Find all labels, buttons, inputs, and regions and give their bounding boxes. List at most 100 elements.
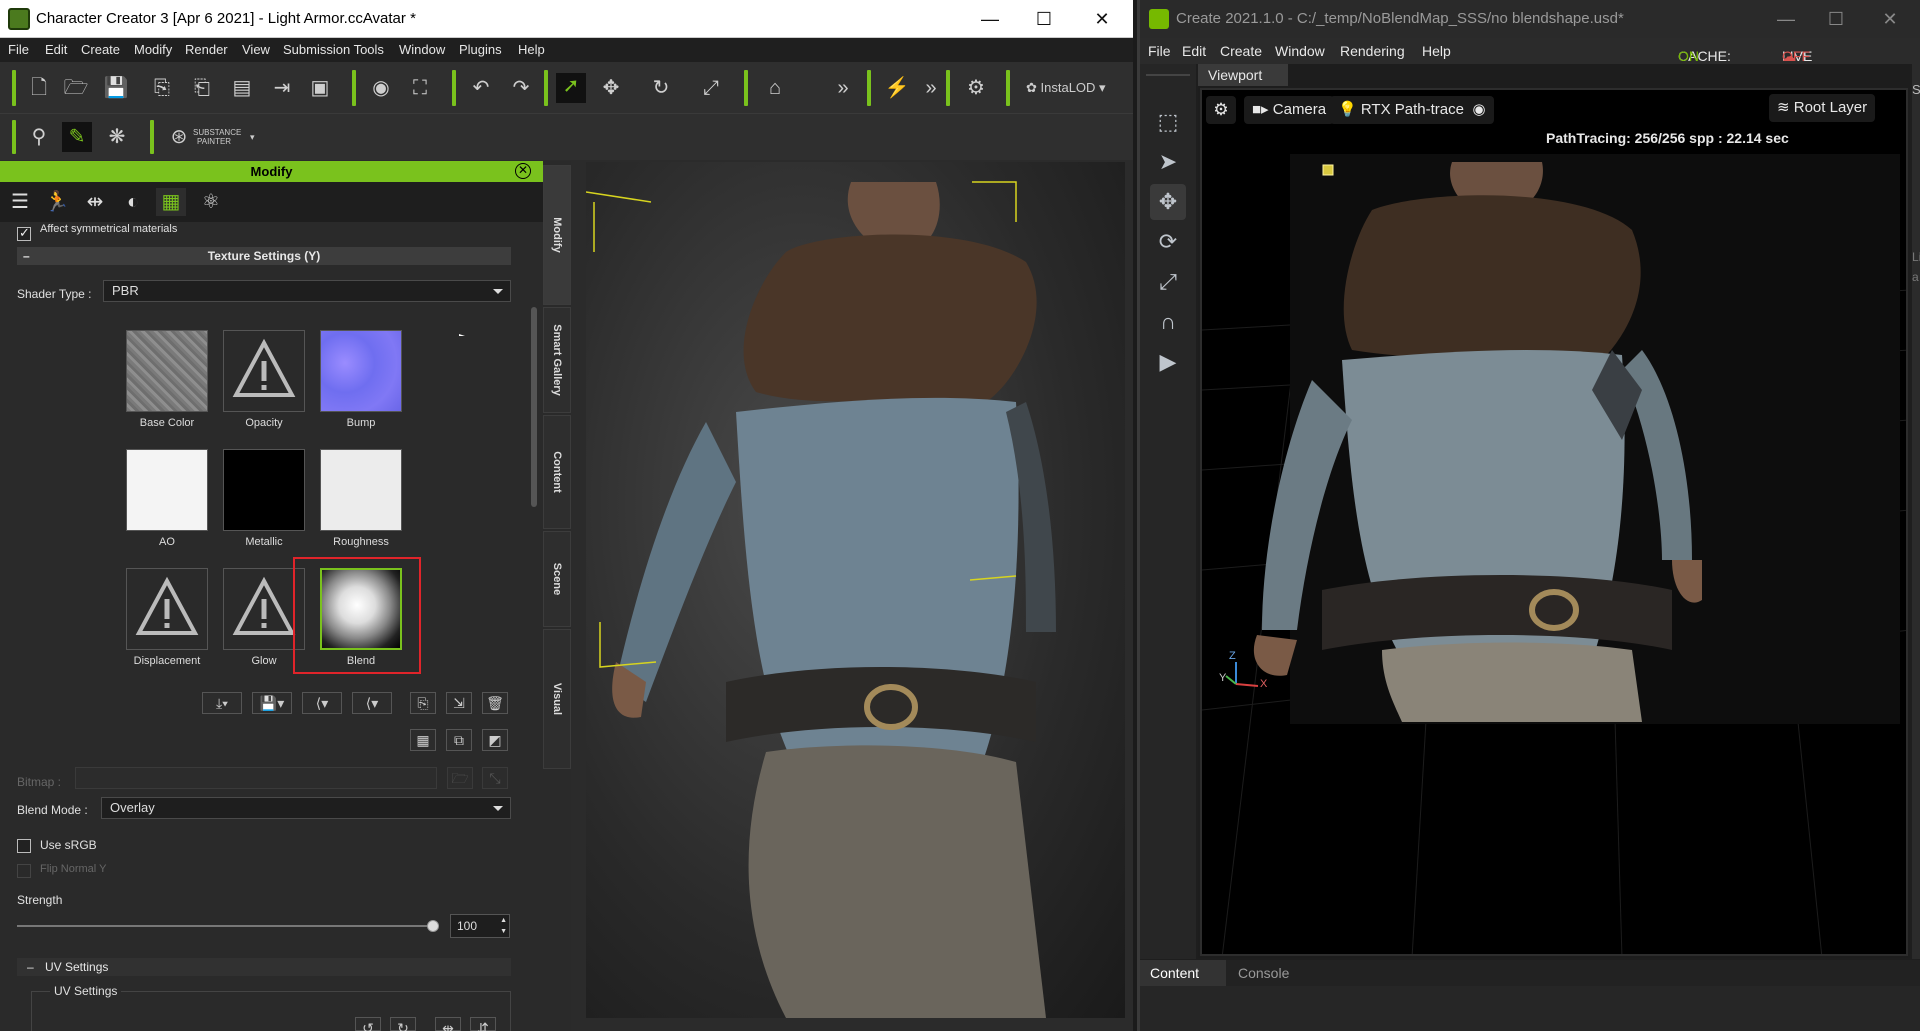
close-icon[interactable]: ✕ xyxy=(515,163,531,179)
ov-menu-help[interactable]: Help xyxy=(1422,43,1451,59)
ov-menu-file[interactable]: File xyxy=(1148,43,1171,59)
tab-morph-icon[interactable]: ⇹ xyxy=(80,188,110,216)
minimize-button[interactable]: — xyxy=(1766,6,1806,32)
physics-icon[interactable]: ⚡ xyxy=(884,75,910,101)
roughness-texture[interactable] xyxy=(320,449,402,531)
morph-icon[interactable]: ◉ xyxy=(368,75,394,101)
scale-tool-icon[interactable]: ⤢ xyxy=(698,75,724,101)
texture-settings-header[interactable]: – Texture Settings (Y) xyxy=(17,247,511,265)
affect-symmetrical-checkbox[interactable] xyxy=(17,225,31,241)
export-icon[interactable]: ⎗ xyxy=(189,75,215,101)
menu-view[interactable]: View xyxy=(242,42,270,57)
ao-texture[interactable] xyxy=(126,449,208,531)
select-tool-icon[interactable]: ➚ xyxy=(556,73,586,103)
panel-scrollbar[interactable] xyxy=(531,307,537,507)
undo-icon[interactable]: ↶ xyxy=(468,75,494,101)
save-icon[interactable]: 💾 xyxy=(103,75,129,101)
tab-appearance-icon[interactable]: ◐ xyxy=(118,188,148,216)
import-icon[interactable]: ⎘ xyxy=(149,75,175,101)
skin-editor-icon[interactable]: ❋ xyxy=(104,124,130,150)
vtab-scene[interactable]: Scene xyxy=(543,531,571,627)
menu-edit[interactable]: Edit xyxy=(45,42,67,57)
visibility-eye-icon[interactable]: ◉ xyxy=(1464,96,1494,124)
root-layer-button[interactable]: ≋ Root Layer xyxy=(1769,94,1876,122)
substance-painter-button[interactable]: SUBSTANCE PAINTER xyxy=(193,128,241,146)
bump-texture[interactable] xyxy=(320,330,402,412)
vtab-visual[interactable]: Visual xyxy=(543,629,571,769)
maximize-button[interactable]: ☐ xyxy=(1816,6,1856,32)
menu-plugins[interactable]: Plugins xyxy=(459,42,502,57)
copy-icon[interactable]: ⎘ xyxy=(410,692,436,714)
delete-icon[interactable]: 🗑 xyxy=(482,692,508,714)
menu-create[interactable]: Create xyxy=(81,42,120,57)
ov-viewport-canvas[interactable]: Z Y X ⚙ ■▸ Camera 💡 RTX Path-traced ◉ ≋ … xyxy=(1200,88,1908,956)
ov-menu-edit[interactable]: Edit xyxy=(1182,43,1206,59)
ov-menu-rendering[interactable]: Rendering xyxy=(1340,43,1405,59)
menu-modify[interactable]: Modify xyxy=(134,42,172,57)
vtab-modify[interactable]: Modify xyxy=(543,165,571,305)
substance-painter-icon[interactable]: ⊛ xyxy=(166,124,192,150)
tab-physics-icon[interactable]: ⚛ xyxy=(196,188,226,216)
send-icon[interactable]: ⇥ xyxy=(269,75,295,101)
tab-attributes-icon[interactable]: ☰ xyxy=(5,188,35,216)
paste-icon[interactable]: ⇲ xyxy=(446,692,472,714)
base-color-texture[interactable] xyxy=(126,330,208,412)
close-button[interactable]: ✕ xyxy=(1870,6,1910,32)
more-chevron-icon[interactable]: » xyxy=(830,75,856,101)
instalod-button[interactable]: ✿ InstaLOD ▾ xyxy=(1026,80,1106,96)
edit-material-icon[interactable]: ✎ xyxy=(62,122,92,152)
move-tool-icon[interactable]: ✥ xyxy=(1150,184,1186,220)
render-mode-button[interactable]: 💡 RTX Path-traced xyxy=(1330,96,1481,124)
share-icon[interactable]: ⟨▾ xyxy=(302,692,342,714)
uv-flip-v-icon[interactable]: ⇵ xyxy=(470,1017,496,1031)
pose-icon[interactable]: ⛶ xyxy=(407,75,433,101)
vtab-smart-gallery[interactable]: Smart Gallery xyxy=(543,307,571,413)
blend-texture[interactable] xyxy=(320,568,402,650)
minimize-button[interactable]: — xyxy=(970,6,1010,32)
new-file-icon[interactable]: 🗋 xyxy=(26,75,52,101)
vtab-content[interactable]: Content xyxy=(543,415,571,529)
redo-icon[interactable]: ↷ xyxy=(508,75,534,101)
scale-tool-icon[interactable]: ⤢ xyxy=(1150,264,1186,300)
rotate-tool-icon[interactable]: ↻ xyxy=(648,75,674,101)
uv-rotate-icon[interactable]: ↺ xyxy=(355,1017,381,1031)
settings-gear-icon[interactable]: ⚙ xyxy=(1206,96,1236,124)
metallic-texture[interactable] xyxy=(223,449,305,531)
menu-submission-tools[interactable]: Submission Tools xyxy=(283,42,384,57)
open-folder-icon[interactable]: 🗁 xyxy=(63,75,89,101)
share-alt-icon[interactable]: ⟨▾ xyxy=(352,692,392,714)
plugin-icon[interactable]: ⚙ xyxy=(963,75,989,101)
strength-slider-track[interactable] xyxy=(17,925,433,927)
uv-grid-icon[interactable]: ▦ xyxy=(410,729,436,751)
usd-export-icon[interactable]: ▤ xyxy=(229,75,255,101)
maximize-button[interactable]: ☐ xyxy=(1024,6,1064,32)
close-button[interactable]: ✕ xyxy=(1082,6,1122,32)
tab-content[interactable]: Content xyxy=(1140,960,1226,986)
chevron-down-icon[interactable]: ▾ xyxy=(250,132,255,143)
load-texture-icon[interactable]: ⤓▾ xyxy=(202,692,242,714)
tab-console[interactable]: Console xyxy=(1228,960,1328,986)
uv-settings-header[interactable]: – UV Settings xyxy=(17,958,511,976)
home-camera-icon[interactable]: ⌂ xyxy=(762,75,788,101)
menu-render[interactable]: Render xyxy=(185,42,228,57)
blend-mode-dropdown[interactable]: Overlay xyxy=(101,797,511,819)
ov-menu-window[interactable]: Window xyxy=(1275,43,1325,59)
tab-material-icon[interactable]: ▦ xyxy=(156,188,186,216)
uv-flip-h-icon[interactable]: ⇹ xyxy=(435,1017,461,1031)
render-icon[interactable]: ▣ xyxy=(307,75,333,101)
select-arrow-icon[interactable]: ➤ xyxy=(1150,144,1186,180)
play-icon[interactable]: ▶ xyxy=(1150,344,1186,380)
snap-magnet-icon[interactable]: ∩ xyxy=(1150,304,1186,340)
menu-window[interactable]: Window xyxy=(399,42,445,57)
tab-motion-icon[interactable]: 🏃 xyxy=(42,188,72,216)
use-srgb-checkbox[interactable] xyxy=(17,839,31,853)
collapse-toggle[interactable]: – xyxy=(27,958,34,976)
viewport-tab[interactable]: Viewport xyxy=(1198,64,1288,86)
cc-viewport[interactable] xyxy=(586,162,1125,1018)
save-texture-icon[interactable]: 💾▾ xyxy=(252,692,292,714)
opacity-texture[interactable] xyxy=(223,330,305,412)
uv-rotate-cw-icon[interactable]: ↻ xyxy=(390,1017,416,1031)
ov-menu-create[interactable]: Create xyxy=(1220,43,1262,59)
menu-file[interactable]: File xyxy=(8,42,29,57)
strength-spinbox[interactable]: 100 ▲ ▼ xyxy=(450,914,510,938)
